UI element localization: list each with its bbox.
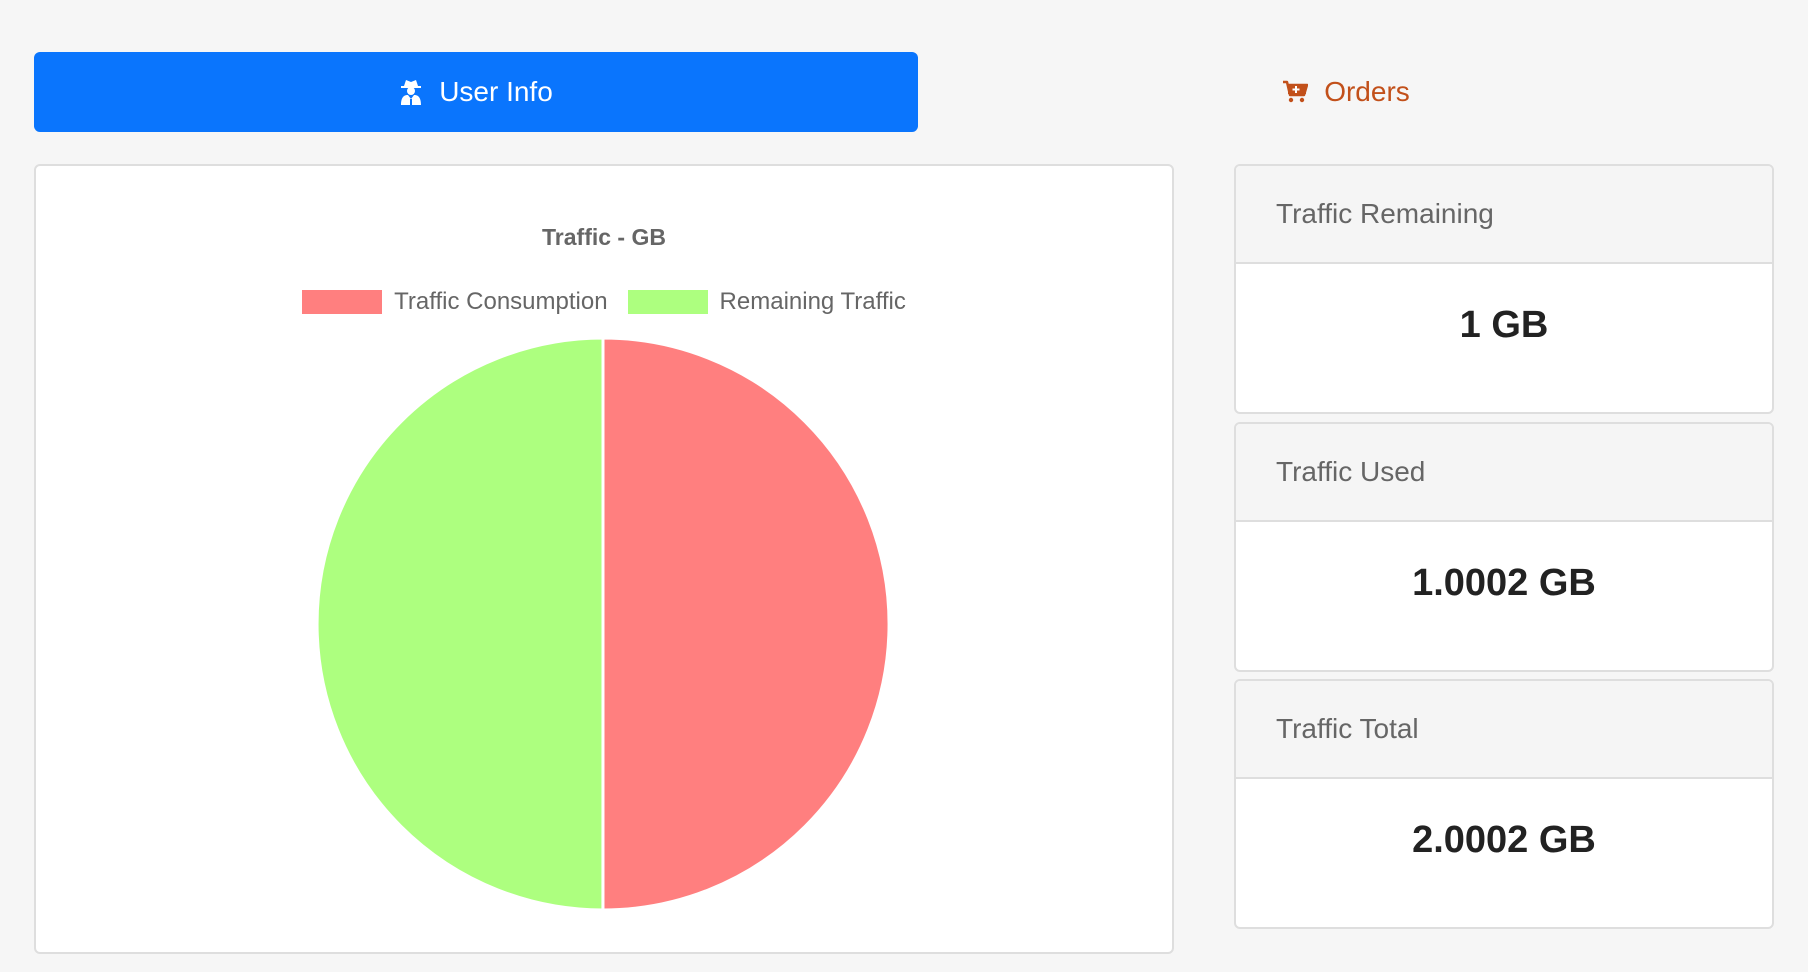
traffic-total-value: 2.0002 GB (1412, 819, 1596, 861)
cart-plus-icon (1282, 80, 1309, 104)
pie-slice-remaining[interactable] (315, 336, 605, 912)
traffic-chart-card: Traffic - GB Traffic Consumption Remaini… (34, 164, 1174, 954)
traffic-used-card: Traffic Used 1.0002 GB (1234, 422, 1774, 672)
traffic-used-label: Traffic Used (1236, 424, 1772, 522)
traffic-remaining-value: 1 GB (1459, 304, 1549, 346)
traffic-total-label: Traffic Total (1236, 681, 1772, 779)
tab-user-info[interactable]: User Info (34, 52, 918, 132)
traffic-remaining-label: Traffic Remaining (1236, 166, 1772, 264)
user-secret-icon (399, 79, 423, 105)
tab-orders-label: Orders (1324, 76, 1410, 107)
pie-chart (315, 336, 891, 912)
tab-user-info-label: User Info (439, 76, 553, 107)
traffic-total-card: Traffic Total 2.0002 GB (1234, 679, 1774, 929)
traffic-remaining-card: Traffic Remaining 1 GB (1234, 164, 1774, 414)
pie-slice-consumption[interactable] (601, 336, 891, 912)
traffic-used-value: 1.0002 GB (1412, 562, 1596, 604)
tab-bar: User Info Orders (34, 52, 1774, 132)
tab-orders[interactable]: Orders (918, 52, 1774, 132)
